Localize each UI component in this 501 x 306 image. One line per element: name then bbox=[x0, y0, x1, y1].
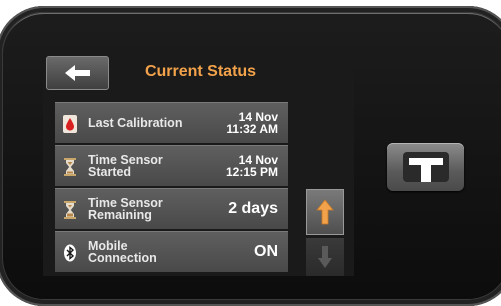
status-row-label: Time Sensor Started bbox=[88, 153, 163, 179]
hourglass-icon bbox=[64, 158, 76, 176]
home-button[interactable] bbox=[387, 143, 464, 191]
status-row-label: Last Calibration bbox=[88, 116, 183, 130]
hourglass-icon bbox=[64, 201, 76, 219]
scroll-down-button[interactable] bbox=[306, 238, 344, 276]
status-row-mobile-connection: Mobile Connection ON bbox=[55, 231, 288, 272]
status-row-value: 2 days bbox=[228, 200, 278, 217]
page-title: Current Status bbox=[144, 63, 257, 80]
bluetooth-icon bbox=[64, 244, 76, 262]
scroll-up-button[interactable] bbox=[306, 189, 344, 235]
blood-drop-icon bbox=[63, 115, 77, 133]
up-arrow-icon bbox=[316, 199, 334, 225]
down-arrow-icon bbox=[318, 246, 332, 268]
status-row-value: 14 Nov 11:32 AM bbox=[226, 110, 278, 136]
status-row-time-sensor-started: Time Sensor Started 14 Nov 12:15 PM bbox=[55, 145, 288, 186]
status-row-label: Time Sensor Remaining bbox=[88, 196, 163, 222]
status-row-label: Mobile Connection bbox=[88, 239, 157, 265]
status-row-value: ON bbox=[254, 243, 278, 260]
status-row-value: 14 Nov 12:15 PM bbox=[225, 153, 278, 179]
status-row-last-calibration: Last Calibration 14 Nov 11:32 AM bbox=[55, 102, 288, 143]
t-logo-icon bbox=[402, 152, 449, 182]
status-row-time-sensor-remaining: Time Sensor Remaining 2 days bbox=[55, 188, 288, 229]
status-list: Last Calibration 14 Nov 11:32 AM Time Se… bbox=[55, 102, 288, 274]
pump-screen: Current Status Last Calibration 14 Nov 1… bbox=[43, 52, 354, 276]
